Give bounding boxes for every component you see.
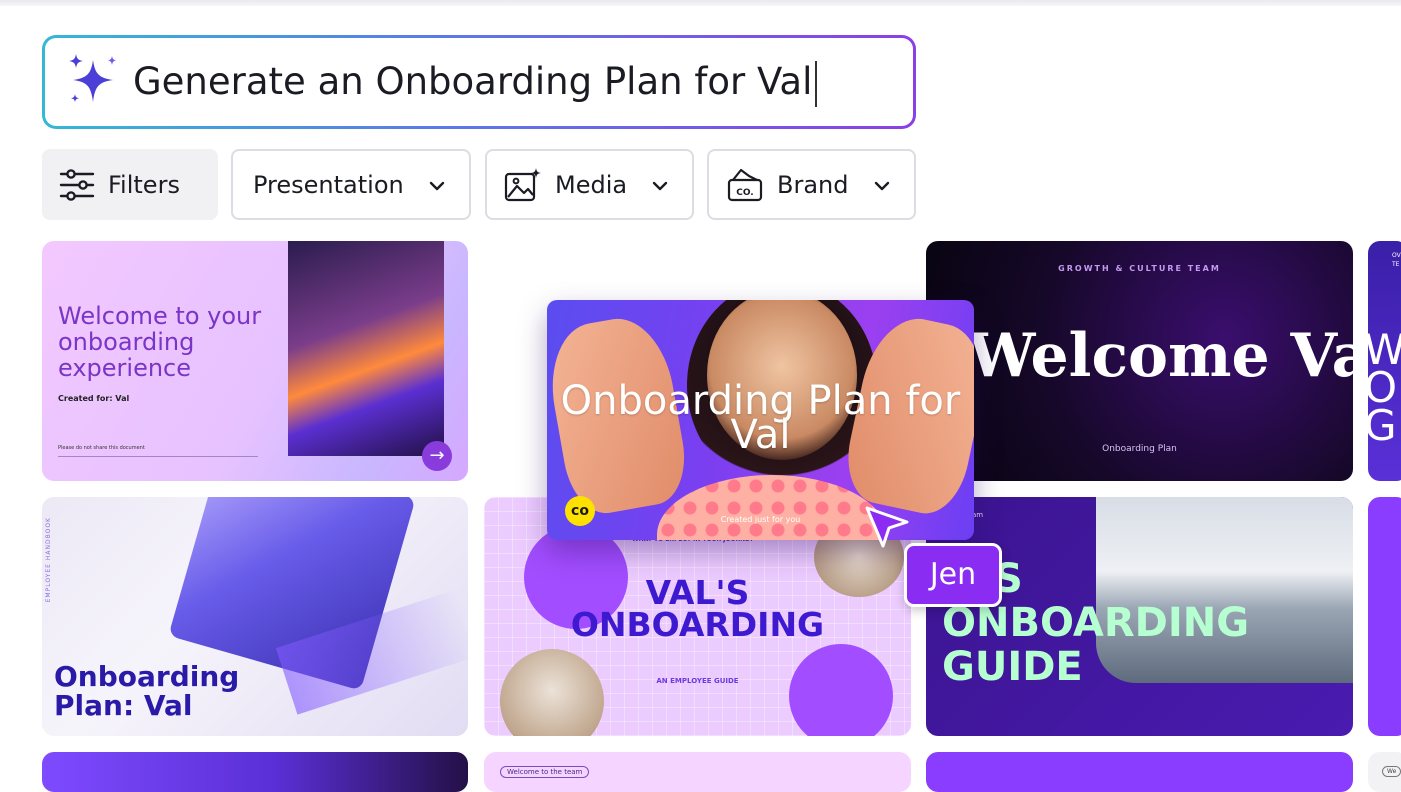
ai-prompt-box[interactable]: Generate an Onboarding Plan for Val bbox=[42, 35, 916, 129]
top-bar bbox=[0, 0, 1401, 6]
sparkle-icon bbox=[69, 54, 116, 102]
template-pill: Welcome to the team bbox=[500, 766, 590, 778]
presentation-label: Presentation bbox=[253, 170, 404, 199]
template-title-line2: ONBOARDING bbox=[942, 600, 1250, 646]
chevron-down-icon bbox=[429, 181, 445, 191]
template-title: Onboarding Plan for Val bbox=[560, 378, 961, 458]
brand-kit-icon: CO. bbox=[727, 168, 763, 201]
hero-photo-shirt bbox=[657, 475, 887, 540]
template-title-line1: Onboarding bbox=[54, 660, 240, 693]
template-card[interactable] bbox=[42, 752, 468, 792]
template-subtitle: AN EMPLOYEE GUIDE bbox=[656, 677, 739, 685]
template-note: Please do not share this document bbox=[58, 445, 145, 451]
template-card-welcome-experience[interactable]: Welcome to your onboarding experience Cr… bbox=[42, 241, 468, 481]
sliders-icon bbox=[59, 168, 95, 201]
collaborator-cursor-icon bbox=[865, 506, 909, 548]
template-side-label: EMPLOYEE HANDBOOK bbox=[45, 517, 52, 603]
media-image-icon bbox=[504, 167, 541, 201]
chevron-down-icon bbox=[652, 181, 668, 191]
template-card-onboarding-guide[interactable]: to the team S ONBOARDING GUIDE bbox=[926, 497, 1353, 736]
template-title: VAL'S ONBOARDING bbox=[484, 576, 911, 644]
template-card-partial-right[interactable]: We bbox=[1368, 752, 1401, 792]
template-title-line2: Plan: Val bbox=[54, 689, 193, 722]
brand-icon-text: CO. bbox=[736, 188, 753, 198]
template-kicker: OV TE W bbox=[1392, 252, 1401, 268]
template-card-partial-right[interactable]: OV TE W W O G bbox=[1368, 241, 1401, 481]
media-label: Media bbox=[555, 170, 628, 199]
collaborator-label: Jen bbox=[904, 543, 1002, 607]
template-card-welcome-team[interactable]: Welcome to the team bbox=[484, 752, 911, 792]
brand-label: Brand bbox=[777, 170, 849, 199]
filters-button[interactable]: Filters bbox=[42, 149, 218, 220]
template-title: Welcome Val bbox=[968, 321, 1353, 391]
template-pill: We bbox=[1382, 766, 1401, 777]
template-photo bbox=[288, 241, 444, 456]
prompt-text: Generate an Onboarding Plan for Val bbox=[133, 60, 813, 103]
presentation-dropdown[interactable]: Presentation bbox=[231, 149, 471, 220]
template-title: Onboarding Plan: Val bbox=[54, 662, 239, 720]
text-caret bbox=[815, 60, 818, 107]
template-title-line2: ONBOARDING bbox=[570, 605, 825, 644]
decor-circle bbox=[789, 644, 893, 736]
filters-label: Filters bbox=[108, 170, 180, 199]
brand-dropdown[interactable]: CO. Brand bbox=[707, 149, 916, 220]
template-title: W O G bbox=[1368, 325, 1401, 450]
chevron-down-icon bbox=[874, 181, 890, 191]
team-photo bbox=[500, 649, 604, 736]
template-card-partial-right[interactable] bbox=[1368, 497, 1401, 736]
template-created-for: Created for: Val bbox=[58, 394, 130, 403]
template-kicker: GROWTH & CULTURE TEAM bbox=[1058, 264, 1221, 273]
arrow-right-icon: → bbox=[422, 441, 452, 471]
template-card[interactable] bbox=[926, 752, 1353, 792]
ai-prompt-inner[interactable]: Generate an Onboarding Plan for Val bbox=[45, 38, 913, 126]
template-title: Welcome to your onboarding experience bbox=[58, 302, 262, 382]
template-card-onboarding-plan-val[interactable]: EMPLOYEE HANDBOOK Onboarding Plan: Val bbox=[42, 497, 468, 736]
media-dropdown[interactable]: Media bbox=[485, 149, 694, 220]
template-card-welcome-val[interactable]: GROWTH & CULTURE TEAM Welcome Val Onboar… bbox=[926, 241, 1353, 481]
ai-prompt-input[interactable]: Generate an Onboarding Plan for Val bbox=[133, 38, 818, 126]
template-subtitle: Onboarding Plan bbox=[1102, 444, 1177, 454]
divider bbox=[58, 456, 258, 457]
template-title-line3: GUIDE bbox=[942, 644, 1083, 690]
